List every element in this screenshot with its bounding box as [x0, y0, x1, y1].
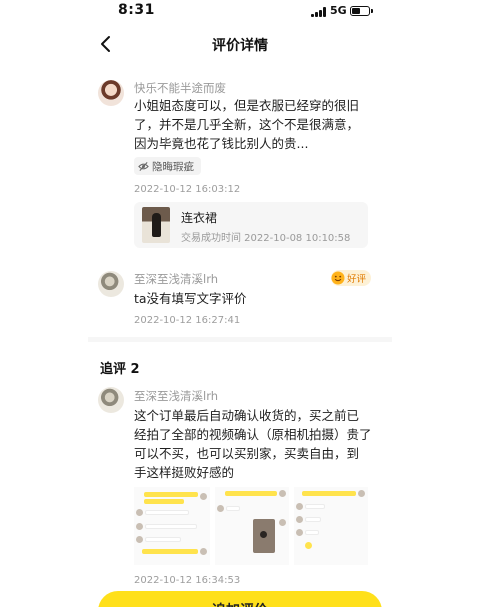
video-thumbnail	[253, 519, 275, 553]
status-time: 8:31	[118, 2, 155, 18]
section-divider	[88, 337, 392, 342]
add-followup-button[interactable]: 追加评价	[98, 591, 382, 607]
rating-badge: 好评	[331, 270, 372, 286]
review-text: 小姐姐态度可以，但是衣服已经穿的很旧 了，并不是几乎全新，这个不是很满意， 因为…	[134, 96, 374, 153]
followup-timestamp: 2022-10-12 16:34:53	[134, 575, 241, 586]
defect-tag: 隐晦瑕疵	[134, 157, 201, 175]
status-bar: 8:31 5G	[0, 0, 480, 26]
network-label: 5G	[330, 4, 347, 17]
avatar[interactable]	[98, 271, 124, 297]
followup-text-line: 可以不买，也可以买别家，买卖自由，到	[134, 446, 360, 461]
avatar[interactable]	[98, 80, 124, 106]
order-status-text: 交易成功时间 2022-10-08 10:10:58	[181, 233, 351, 244]
followup-author[interactable]: 至深至浅清溪lrh	[134, 388, 218, 404]
review-text-line: 因为毕竟也花了钱比别人的贵...	[134, 136, 309, 151]
battery-icon	[350, 6, 373, 16]
review-text-line: 了，并不是几乎全新，这个不是很满意，	[134, 117, 360, 132]
review-timestamp: 2022-10-12 16:03:12	[134, 184, 241, 195]
followup-text-line: 手这样挺败好感的	[134, 465, 235, 480]
battery-level	[352, 8, 360, 14]
defect-tag-label: 隐晦瑕疵	[152, 160, 194, 173]
eye-off-icon	[138, 161, 149, 172]
page-title: 评价详情	[212, 38, 268, 54]
reviewer-name[interactable]: 快乐不能半途而废	[134, 80, 226, 96]
nav-bar: 评价详情	[0, 26, 480, 64]
avatar[interactable]	[98, 387, 124, 413]
rating-label: 好评	[347, 274, 367, 285]
smile-face-icon	[331, 271, 345, 285]
followup-text-line: 这个订单最后自动确认收货的，买之前已	[134, 408, 360, 423]
chat-screenshot-image[interactable]	[134, 487, 210, 565]
reply-text: ta没有填写文字评价	[134, 291, 247, 306]
signal-icon	[311, 7, 327, 17]
followup-heading: 追评 2	[100, 362, 140, 377]
product-thumbnail	[142, 207, 170, 243]
followup-text: 这个订单最后自动确认收货的，买之前已 经拍了全部的视频确认（原相机拍摄）贵了 可…	[134, 406, 374, 482]
chat-screenshot-image[interactable]	[215, 487, 289, 565]
reply-timestamp: 2022-10-12 16:27:41	[134, 315, 241, 326]
order-card[interactable]: 连衣裙 交易成功时间 2022-10-08 10:10:58	[134, 202, 368, 248]
chat-screenshot-image[interactable]	[294, 487, 368, 565]
replier-name[interactable]: 至深至浅清溪lrh	[134, 271, 218, 287]
followup-text-line: 经拍了全部的视频确认（原相机拍摄）贵了	[134, 427, 372, 442]
order-item-name: 连衣裙	[181, 211, 218, 225]
review-text-line: 小姐姐态度可以，但是衣服已经穿的很旧	[134, 98, 360, 113]
